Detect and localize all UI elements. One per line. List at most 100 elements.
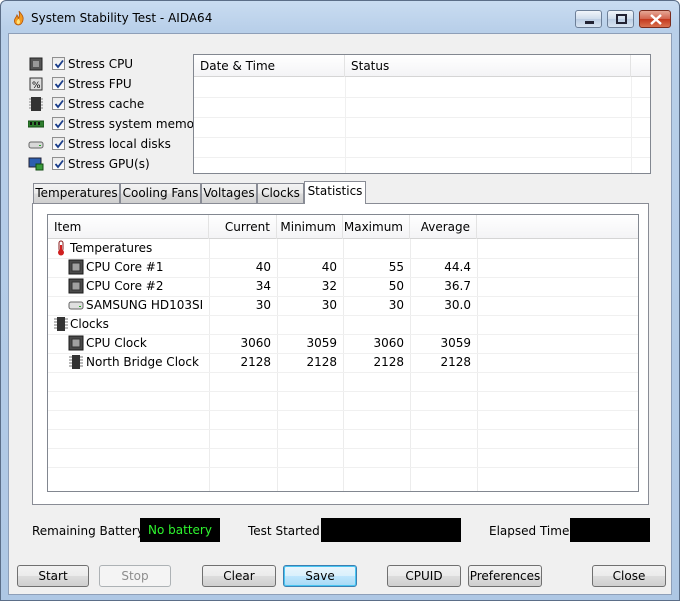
table-row[interactable]: North Bridge Clock 2128 2128 2128 2128 (48, 353, 638, 372)
stress-cpu-label: Stress CPU (68, 57, 134, 71)
maximize-button[interactable] (607, 10, 634, 28)
cell-minimum: 30 (321, 298, 337, 312)
tab-voltages[interactable]: Voltages (201, 183, 257, 203)
tab-cooling-fans[interactable]: Cooling Fans (120, 183, 201, 203)
row-item: Temperatures (70, 241, 153, 255)
checkmark-icon (54, 119, 64, 129)
stress-fpu-label: Stress FPU (68, 77, 132, 91)
stress-option-disks[interactable]: Stress local disks (28, 135, 198, 153)
cell-average: 3059 (440, 336, 471, 350)
stress-fpu-checkbox[interactable] (52, 77, 65, 90)
start-button[interactable]: Start (17, 565, 89, 587)
close-window-button[interactable] (639, 10, 671, 28)
table-row[interactable]: CPU Clock 3060 3059 3060 3059 (48, 334, 638, 353)
stress-option-gpu[interactable]: Stress GPU(s) (28, 155, 198, 173)
save-button[interactable]: Save (283, 565, 357, 587)
stress-option-cache[interactable]: Stress cache (28, 95, 198, 113)
stress-option-cpu[interactable]: Stress CPU (28, 55, 198, 73)
cell-average: 30.0 (444, 298, 471, 312)
table-row[interactable]: CPU Core #2 34 32 50 36.7 (48, 277, 638, 296)
stress-gpu-label: Stress GPU(s) (68, 157, 150, 171)
log-row (194, 97, 650, 98)
row-item: North Bridge Clock (86, 355, 199, 369)
grid-line (48, 467, 638, 468)
grid-line (48, 429, 638, 430)
stress-disks-checkbox[interactable] (52, 137, 65, 150)
preferences-button[interactable]: Preferences (468, 565, 542, 587)
elapsed-time-value (570, 518, 650, 542)
grid-line (48, 372, 638, 373)
stress-disks-label: Stress local disks (68, 137, 171, 151)
log-table[interactable]: Date & Time Status (193, 54, 651, 174)
checkmark-icon (54, 99, 64, 109)
log-column-datetime[interactable]: Date & Time (194, 55, 345, 77)
table-row[interactable]: SAMSUNG HD103SI 30 30 30 30.0 (48, 296, 638, 315)
close-button[interactable]: Close (592, 565, 666, 587)
elapsed-time-label: Elapsed Time: (489, 524, 574, 538)
title-bar[interactable]: System Stability Test - AIDA64 (1, 1, 679, 33)
battery-status: No battery (140, 518, 220, 542)
close-icon (650, 14, 662, 25)
tab-statistics[interactable]: Statistics (304, 181, 366, 204)
cell-current: 40 (255, 260, 271, 274)
cpu-chip-icon (68, 335, 84, 351)
cell-average: 36.7 (444, 279, 471, 293)
fpu-icon: % (28, 76, 44, 92)
column-current[interactable]: Current (209, 215, 277, 239)
checkmark-icon (54, 59, 64, 69)
log-row (194, 137, 650, 138)
stress-option-fpu[interactable]: % Stress FPU (28, 75, 198, 93)
log-divider (631, 77, 632, 173)
grid-line (48, 391, 638, 392)
stress-gpu-checkbox[interactable] (52, 157, 65, 170)
cell-current: 30 (255, 298, 271, 312)
app-window: System Stability Test - AIDA64 Stress CP… (0, 0, 680, 601)
checkmark-icon (54, 79, 64, 89)
cache-chip-icon (28, 96, 44, 112)
cell-average: 2128 (440, 355, 471, 369)
grid-line (48, 410, 638, 411)
stress-memory-label: Stress system memory (68, 117, 207, 131)
group-row-clocks[interactable]: Clocks (48, 315, 638, 334)
column-item[interactable]: Item (48, 215, 209, 239)
minimize-button[interactable] (575, 10, 602, 28)
battery-label: Remaining Battery: (32, 524, 148, 538)
column-maximum[interactable]: Maximum (343, 215, 410, 239)
stress-memory-checkbox[interactable] (52, 117, 65, 130)
aida64-flame-icon (11, 10, 27, 26)
cell-current: 34 (255, 279, 271, 293)
client-area: Stress CPU % Stress FPU Stress cache Str… (8, 33, 672, 595)
cell-maximum: 50 (388, 279, 404, 293)
row-item: CPU Core #1 (86, 260, 164, 274)
cpuid-button[interactable]: CPUID (387, 565, 461, 587)
stress-cache-label: Stress cache (68, 97, 145, 111)
cell-minimum: 32 (321, 279, 337, 293)
stop-button[interactable]: Stop (99, 565, 171, 587)
statistics-header: Item Current Minimum Maximum Average (48, 215, 638, 239)
clear-button[interactable]: Clear (202, 565, 276, 587)
group-row-temperatures[interactable]: Temperatures (48, 239, 638, 258)
tab-temperatures[interactable]: Temperatures (33, 183, 120, 203)
log-row (194, 117, 650, 118)
cell-maximum: 2128 (373, 355, 404, 369)
minimize-icon (585, 21, 594, 24)
clock-chip-icon (53, 316, 69, 332)
column-average[interactable]: Average (410, 215, 477, 239)
tab-clocks[interactable]: Clocks (257, 183, 304, 203)
cell-current: 2128 (240, 355, 271, 369)
stress-cpu-checkbox[interactable] (52, 57, 65, 70)
hard-disk-icon (68, 297, 84, 313)
memory-module-icon (27, 116, 45, 132)
maximize-icon (616, 14, 627, 24)
cell-maximum: 55 (388, 260, 404, 274)
cpu-chip-icon (68, 278, 84, 294)
northbridge-chip-icon (68, 354, 84, 370)
statistics-table[interactable]: Item Current Minimum Maximum Average Tem… (47, 214, 639, 492)
stress-option-memory[interactable]: Stress system memory (27, 115, 206, 133)
table-row[interactable]: CPU Core #1 40 40 55 44.4 (48, 258, 638, 277)
log-column-status[interactable]: Status (345, 55, 631, 77)
column-minimum[interactable]: Minimum (277, 215, 343, 239)
stress-cache-checkbox[interactable] (52, 97, 65, 110)
cell-minimum: 40 (321, 260, 337, 274)
row-item: CPU Core #2 (86, 279, 164, 293)
